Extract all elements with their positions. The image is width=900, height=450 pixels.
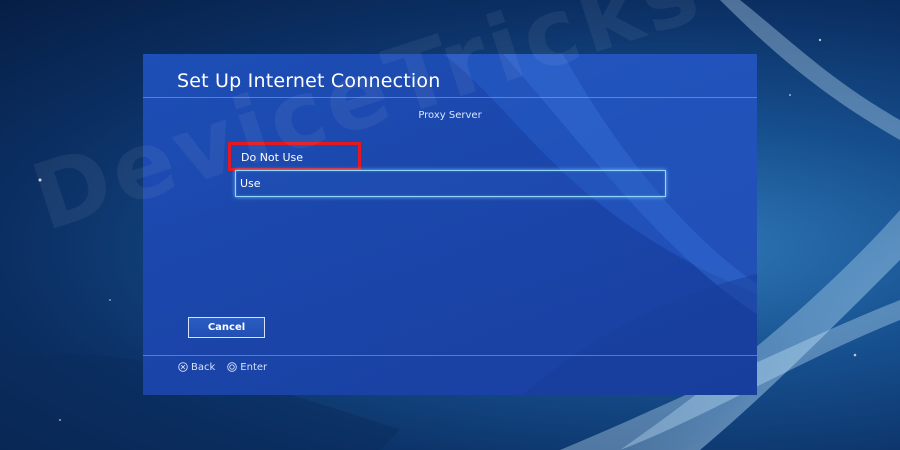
cross-button-icon: [178, 362, 188, 372]
option-use[interactable]: Use: [235, 170, 666, 197]
option-do-not-use-label: Do Not Use: [241, 151, 304, 164]
enter-hint[interactable]: Enter: [227, 362, 267, 373]
section-label-text: Proxy Server: [418, 110, 482, 121]
circle-button-icon: [227, 362, 238, 372]
dialog-title: Set Up Internet Connection: [177, 70, 441, 92]
footer-divider: [143, 355, 757, 356]
setup-dialog: Set Up Internet Connection Proxy Server …: [143, 54, 757, 395]
option-do-not-use[interactable]: Do Not Use: [228, 142, 361, 171]
option-use-label: Use: [240, 177, 261, 190]
button-hints: Back Enter: [178, 360, 279, 374]
dialog-background-wave: [443, 54, 757, 395]
back-label: Back: [191, 361, 216, 373]
cancel-button[interactable]: Cancel: [188, 317, 265, 338]
back-hint[interactable]: Back: [178, 362, 215, 373]
section-label: Proxy Server: [143, 110, 757, 121]
title-divider: [143, 97, 757, 98]
enter-label: Enter: [240, 361, 268, 373]
